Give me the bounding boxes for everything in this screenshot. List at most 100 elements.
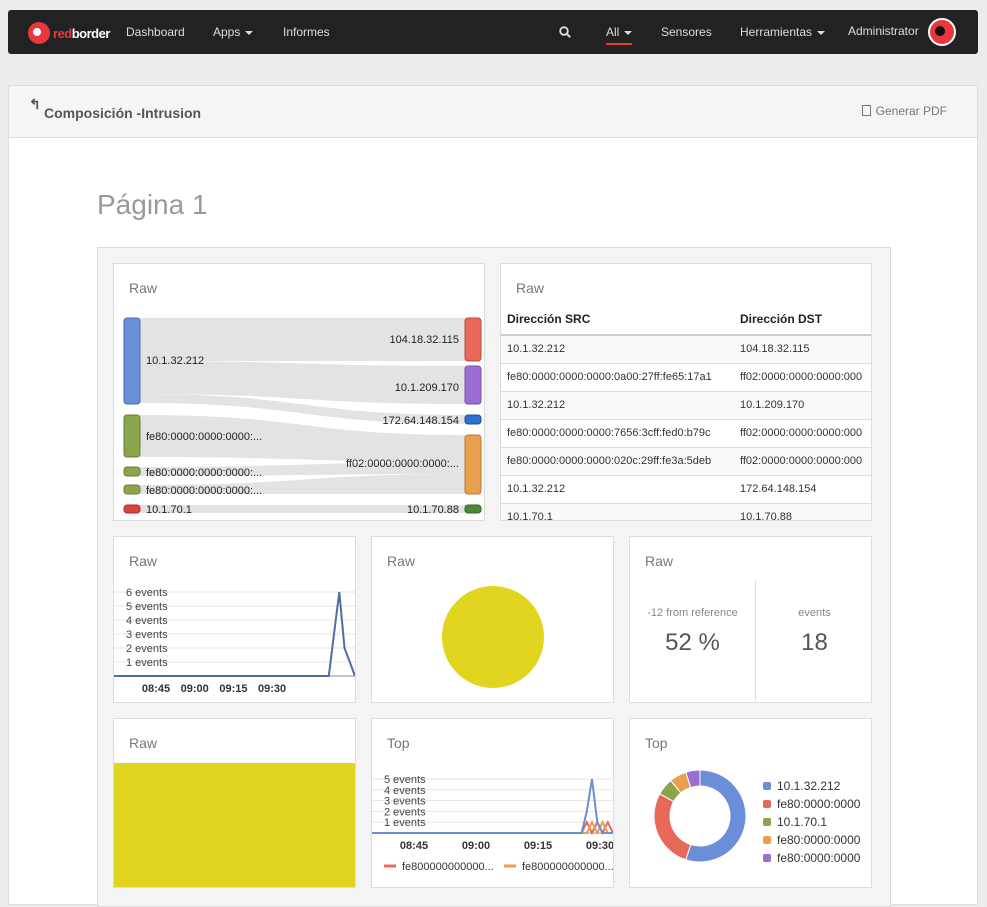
- src-cell: 10.1.32.212: [501, 475, 734, 504]
- sankey-left-label: fe80:0000:0000:0000:...: [146, 467, 262, 479]
- dst-cell: ff02:0000:0000:0000:000: [734, 447, 871, 476]
- pie-widget: Raw: [371, 536, 614, 703]
- chevron-down-icon: [245, 30, 254, 35]
- table-row[interactable]: 10.1.32.212 172.64.148.154: [501, 475, 871, 504]
- generate-pdf-button[interactable]: Generar PDF: [861, 104, 947, 118]
- nav-dashboard[interactable]: Dashboard: [126, 25, 185, 39]
- sankey-node: [123, 414, 141, 458]
- sankey-node: [464, 504, 482, 514]
- nav-herramientas[interactable]: Herramientas: [740, 25, 826, 39]
- dst-cell: 104.18.32.115: [734, 335, 871, 364]
- events-label: events: [798, 607, 831, 619]
- table-row[interactable]: fe80:0000:0000:0000:7656:3cff:fed0:b79c f…: [501, 419, 871, 448]
- y-tick-label: 1 events: [126, 657, 168, 669]
- widget-title: Raw: [516, 280, 545, 296]
- dst-cell: 172.64.148.154: [734, 475, 871, 504]
- donut-chart: [653, 769, 747, 863]
- widget-title: Top: [645, 735, 668, 751]
- sankey-node: [123, 484, 141, 495]
- x-tick-label: 09:30: [258, 683, 286, 695]
- table-row[interactable]: fe80:0000:0000:0000:020c:29ff:fe3a:5deb f…: [501, 447, 871, 476]
- x-tick-label: 09:00: [462, 840, 490, 852]
- table-header-row: Dirección SRC Dirección DST: [501, 304, 871, 336]
- chevron-down-icon: [817, 30, 826, 35]
- brand-logo-icon: [28, 22, 50, 44]
- pie-chart: [442, 586, 544, 688]
- top-navbar: redborder Dashboard Apps Informes All Se…: [8, 10, 978, 54]
- metric-widget: Raw -12 from reference 52 % events 18: [629, 536, 872, 703]
- x-tick-label: 08:45: [400, 840, 428, 852]
- raw-table: Dirección SRC Dirección DST 10.1.32.212 1…: [501, 304, 871, 520]
- nav-apps[interactable]: Apps: [213, 25, 254, 39]
- x-tick-label: 09:15: [524, 840, 552, 852]
- brand-logo[interactable]: redborder: [28, 22, 110, 44]
- nav-informes[interactable]: Informes: [283, 25, 330, 39]
- report-title: Composición -Intrusion: [44, 105, 202, 121]
- filter-dropdown[interactable]: All: [606, 25, 633, 45]
- y-tick-label: 1 events: [384, 817, 426, 829]
- legend-swatch: [763, 800, 771, 808]
- sankey-right-label: 10.1.209.170: [395, 382, 459, 394]
- sankey-node: [464, 434, 482, 495]
- legend-item[interactable]: fe80:0000:0000: [763, 831, 860, 849]
- sankey-right-label: 104.18.32.115: [389, 334, 459, 346]
- top-donut-widget: Top 10.1.32.212 fe80:0000:0000 10.1.70.1 fe…: [629, 718, 872, 888]
- table-row[interactable]: fe80:0000:0000:0000:0a00:27ff:fe65:17a1 f…: [501, 363, 871, 392]
- widget-title: Raw: [129, 735, 158, 751]
- donut-slice[interactable]: [653, 793, 692, 861]
- user-menu[interactable]: Administrator: [848, 24, 919, 38]
- color-block-widget: Raw: [113, 718, 356, 888]
- page-title: Página 1: [97, 189, 208, 220]
- search-icon[interactable]: [559, 26, 571, 38]
- sankey-right-label: 172.64.148.154: [383, 415, 459, 427]
- sankey-left-label: 10.1.32.212: [146, 355, 204, 367]
- sankey-node: [123, 317, 141, 405]
- y-tick-label: 6 events: [126, 587, 168, 599]
- src-cell: fe80:0000:0000:0000:7656:3cff:fed0:b79c: [501, 419, 734, 448]
- avatar[interactable]: [928, 18, 956, 46]
- table-widget: Raw Dirección SRC Dirección DST 10.1.32.…: [500, 263, 872, 521]
- sankey-right-label: 10.1.70.88: [407, 504, 459, 516]
- column-header[interactable]: Dirección SRC: [501, 304, 734, 336]
- sankey-node: [123, 504, 141, 514]
- nav-apps-label: Apps: [213, 25, 241, 39]
- y-tick-label: 2 events: [126, 643, 168, 655]
- dst-cell: ff02:0000:0000:0000:000: [734, 363, 871, 392]
- events-line-widget: Raw 6 events 5 events 4 events 3 events 2 ev…: [113, 536, 356, 703]
- table-row[interactable]: 10.1.32.212 104.18.32.115: [501, 335, 871, 364]
- chevron-down-icon: [624, 30, 633, 35]
- legend-item[interactable]: 10.1.32.212: [763, 777, 860, 795]
- donut-legend: 10.1.32.212 fe80:0000:0000 10.1.70.1 fe80:0…: [763, 777, 860, 867]
- y-tick-label: 4 events: [126, 615, 168, 627]
- src-cell: 10.1.32.212: [501, 335, 734, 364]
- sankey-left-label: fe80:0000:0000:0000:...: [146, 485, 262, 497]
- legend-label: 10.1.32.212: [777, 779, 841, 793]
- legend-label: fe80:0000:0000: [777, 833, 861, 847]
- legend-item[interactable]: 10.1.70.1: [763, 813, 860, 831]
- x-tick-label: 09:00: [181, 683, 209, 695]
- src-cell: 10.1.70.1: [501, 503, 734, 520]
- top-events-chart: 5 events4 events3 events2 events1 events…: [372, 774, 613, 873]
- legend-swatch: [763, 836, 771, 844]
- back-arrow-icon[interactable]: ↰: [29, 96, 41, 113]
- nav-sensores[interactable]: Sensores: [661, 25, 712, 39]
- generate-pdf-label: Generar PDF: [875, 104, 947, 118]
- events-line-chart: 6 events 5 events 4 events 3 events 2 events…: [114, 587, 355, 695]
- filter-label: All: [606, 25, 620, 39]
- pie-slice[interactable]: [442, 586, 544, 688]
- table-row[interactable]: 10.1.70.1 10.1.70.88: [501, 503, 871, 520]
- table-body: 10.1.32.212 104.18.32.115 fe80:0000:0000:0…: [501, 335, 871, 520]
- x-tick-label: 09:15: [219, 683, 247, 695]
- column-header[interactable]: Dirección DST: [734, 304, 871, 336]
- legend-label: fe80:0000:0000: [777, 797, 861, 811]
- events-value: 18: [801, 629, 828, 656]
- legend-item[interactable]: fe80:0000:0000: [763, 795, 860, 813]
- dst-cell: 10.1.70.88: [734, 503, 871, 520]
- table-row[interactable]: 10.1.32.212 10.1.209.170: [501, 391, 871, 420]
- dst-cell: ff02:0000:0000:0000:000: [734, 419, 871, 448]
- legend-label: 10.1.70.1: [777, 815, 828, 829]
- legend-item[interactable]: fe80:0000:0000: [763, 849, 860, 867]
- brand-name-rest: border: [71, 25, 111, 41]
- document-icon: [861, 105, 871, 116]
- top-events-widget: Top 5 events 4 events 3 events 2 events 1 ev…: [371, 718, 614, 888]
